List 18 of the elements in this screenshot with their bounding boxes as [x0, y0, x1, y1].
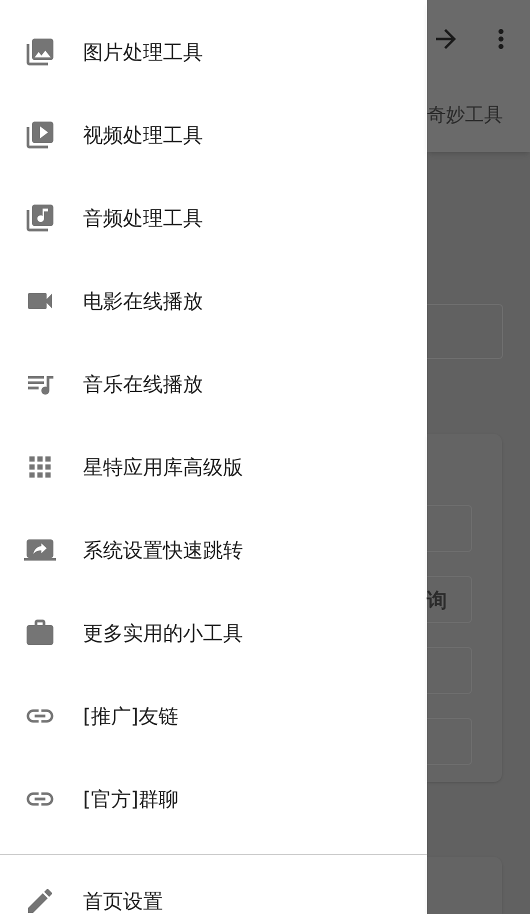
- input-field[interactable]: [427, 647, 472, 694]
- drawer-item[interactable]: 星特应用库高级版: [0, 425, 427, 508]
- drawer-item[interactable]: 更多实用的小工具: [0, 591, 427, 674]
- music-library-icon: [24, 202, 56, 234]
- input-field[interactable]: [427, 304, 503, 360]
- drawer-item[interactable]: [推广]友链: [0, 674, 427, 757]
- input-field[interactable]: [427, 718, 472, 766]
- video-library-icon: [24, 118, 56, 150]
- drawer-item[interactable]: 图片处理工具: [0, 10, 427, 93]
- drawer-item[interactable]: 音乐在线播放: [0, 342, 427, 425]
- input-field[interactable]: [427, 505, 472, 552]
- photo-library-icon: [24, 36, 56, 68]
- drawer-item[interactable]: 电影在线播放: [0, 259, 427, 342]
- drawer-item[interactable]: 视频处理工具: [0, 93, 427, 176]
- drawer-item[interactable]: 系统设置快速跳转: [0, 508, 427, 591]
- drawer-item[interactable]: 音频处理工具: [0, 176, 427, 259]
- drawer-item[interactable]: [官方]群聊: [0, 757, 427, 840]
- drawer-item[interactable]: 首页设置: [0, 855, 427, 914]
